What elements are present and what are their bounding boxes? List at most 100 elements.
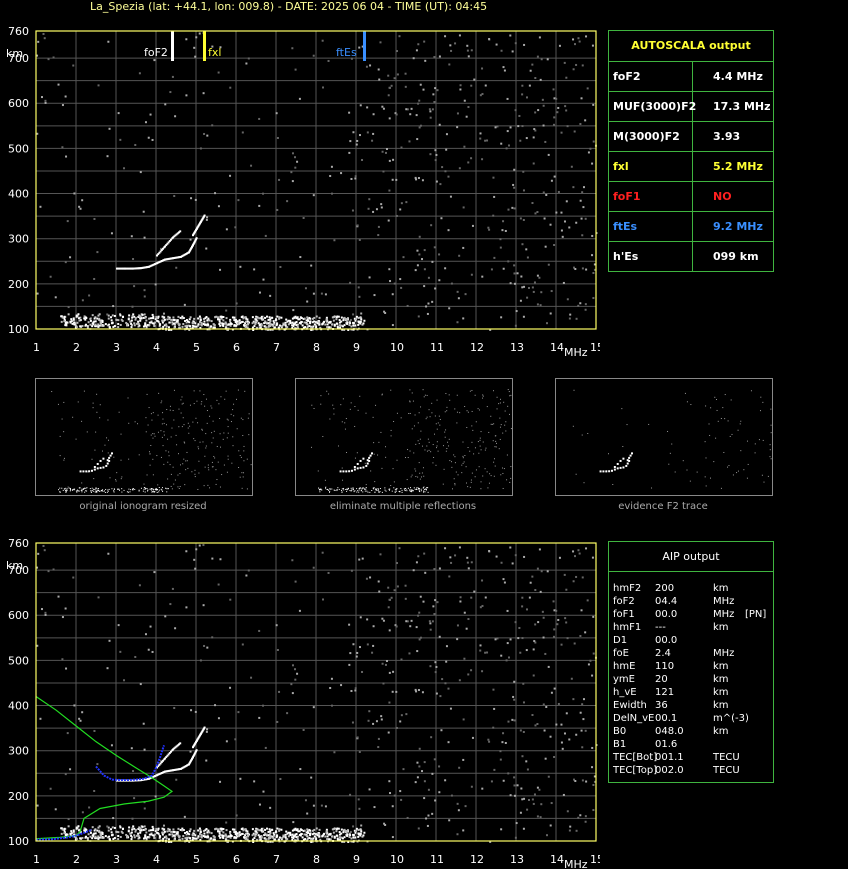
y-tick-label: 100 [8,323,29,336]
thumb-es [357,490,359,492]
noise-point [388,629,391,632]
thumb-noise [216,399,218,401]
es-trace-point [151,825,154,828]
noise-point [429,110,432,113]
noise-point [517,637,520,640]
noise-point [49,275,52,278]
es-trace-point [96,317,99,320]
noise-point [431,108,434,111]
thumb-noise [436,399,438,401]
es-trace-point [130,326,133,329]
thumb-noise [417,476,419,478]
noise-point [574,43,577,46]
thumb-noise [761,474,763,476]
thumb-noise [493,423,495,425]
noise-point [580,217,583,220]
thumb-noise [206,422,208,424]
thumb-es [102,489,104,491]
thumb-noise [445,393,447,395]
thumb-noise [480,488,482,490]
noise-point [391,324,394,327]
thumb-trace [353,466,356,468]
noise-point [433,101,436,104]
es-trace-point [89,317,92,320]
x-tick-label: 12 [470,341,484,354]
noise-point [64,261,67,264]
es-trace-point [247,322,250,325]
noise-point [418,747,421,750]
thumb-noise [390,435,392,437]
noise-point [423,285,426,288]
thumb-noise [196,400,198,402]
noise-point [484,139,487,142]
es-trace-point [134,830,137,833]
thumb-noise [705,457,707,459]
noise-point [536,722,539,725]
thumb-noise [689,480,691,482]
noise-point [400,146,403,149]
es-trace-point [269,837,272,840]
noise-point [499,238,502,241]
thumb-es [62,489,64,491]
thumb-noise [193,438,195,440]
es-trace-point [253,837,256,840]
noise-point [378,590,381,593]
thumb-noise [207,464,209,466]
es-trace-point [79,837,82,840]
thumb-noise [651,487,653,489]
aip-cell: DelN_vE [613,713,655,724]
thumb-noise [474,447,476,449]
noise-point [320,292,323,295]
noise-point [153,571,156,574]
profile-line [35,696,174,840]
thumb-noise [490,475,492,477]
noise-point [195,548,198,551]
es-trace-point [251,834,254,837]
thumb-noise [431,402,433,404]
thumb-es [398,490,400,492]
noise-point [536,210,539,213]
thumb-es [77,490,79,492]
thumb-noise [152,433,154,435]
thumb-es [166,491,168,493]
es-trace-point [178,835,181,838]
es-trace-point [151,313,154,316]
noise-point [522,315,525,318]
noise-point [269,806,272,809]
noise-point [592,783,595,786]
es-trace-point [318,316,321,319]
es-trace-point [251,316,254,319]
thumb-noise [157,414,159,416]
thumb-noise [442,445,444,447]
thumb-noise [445,429,447,431]
thumb-noise [171,488,173,490]
noise-point [490,268,493,271]
noise-point [278,690,281,693]
es-trace-point [303,833,306,836]
thumb-noise [162,412,164,414]
thumb-noise [320,403,322,405]
thumb-noise [184,484,186,486]
thumb-noise [146,474,148,476]
es-trace-point [225,834,228,837]
noise-point [456,290,459,293]
thumb-noise [705,485,707,487]
thumb-trace [626,459,629,462]
thumb-noise [146,393,148,395]
noise-point [399,278,402,281]
aip-cell: 200 [655,583,675,594]
noise-point [449,44,452,47]
thumb-es [356,488,358,490]
noise-point [144,121,147,124]
noise-point [375,720,378,723]
thumb-noise [59,435,61,437]
thumb-es [360,490,362,492]
thumb-es [98,488,100,490]
es-trace-point [89,319,92,322]
thumb-noise [496,408,498,410]
thumb-noise [410,476,412,478]
noise-point [584,303,587,306]
es-trace-point [225,322,228,325]
thumb-noise [499,426,501,428]
noise-point [591,746,594,749]
